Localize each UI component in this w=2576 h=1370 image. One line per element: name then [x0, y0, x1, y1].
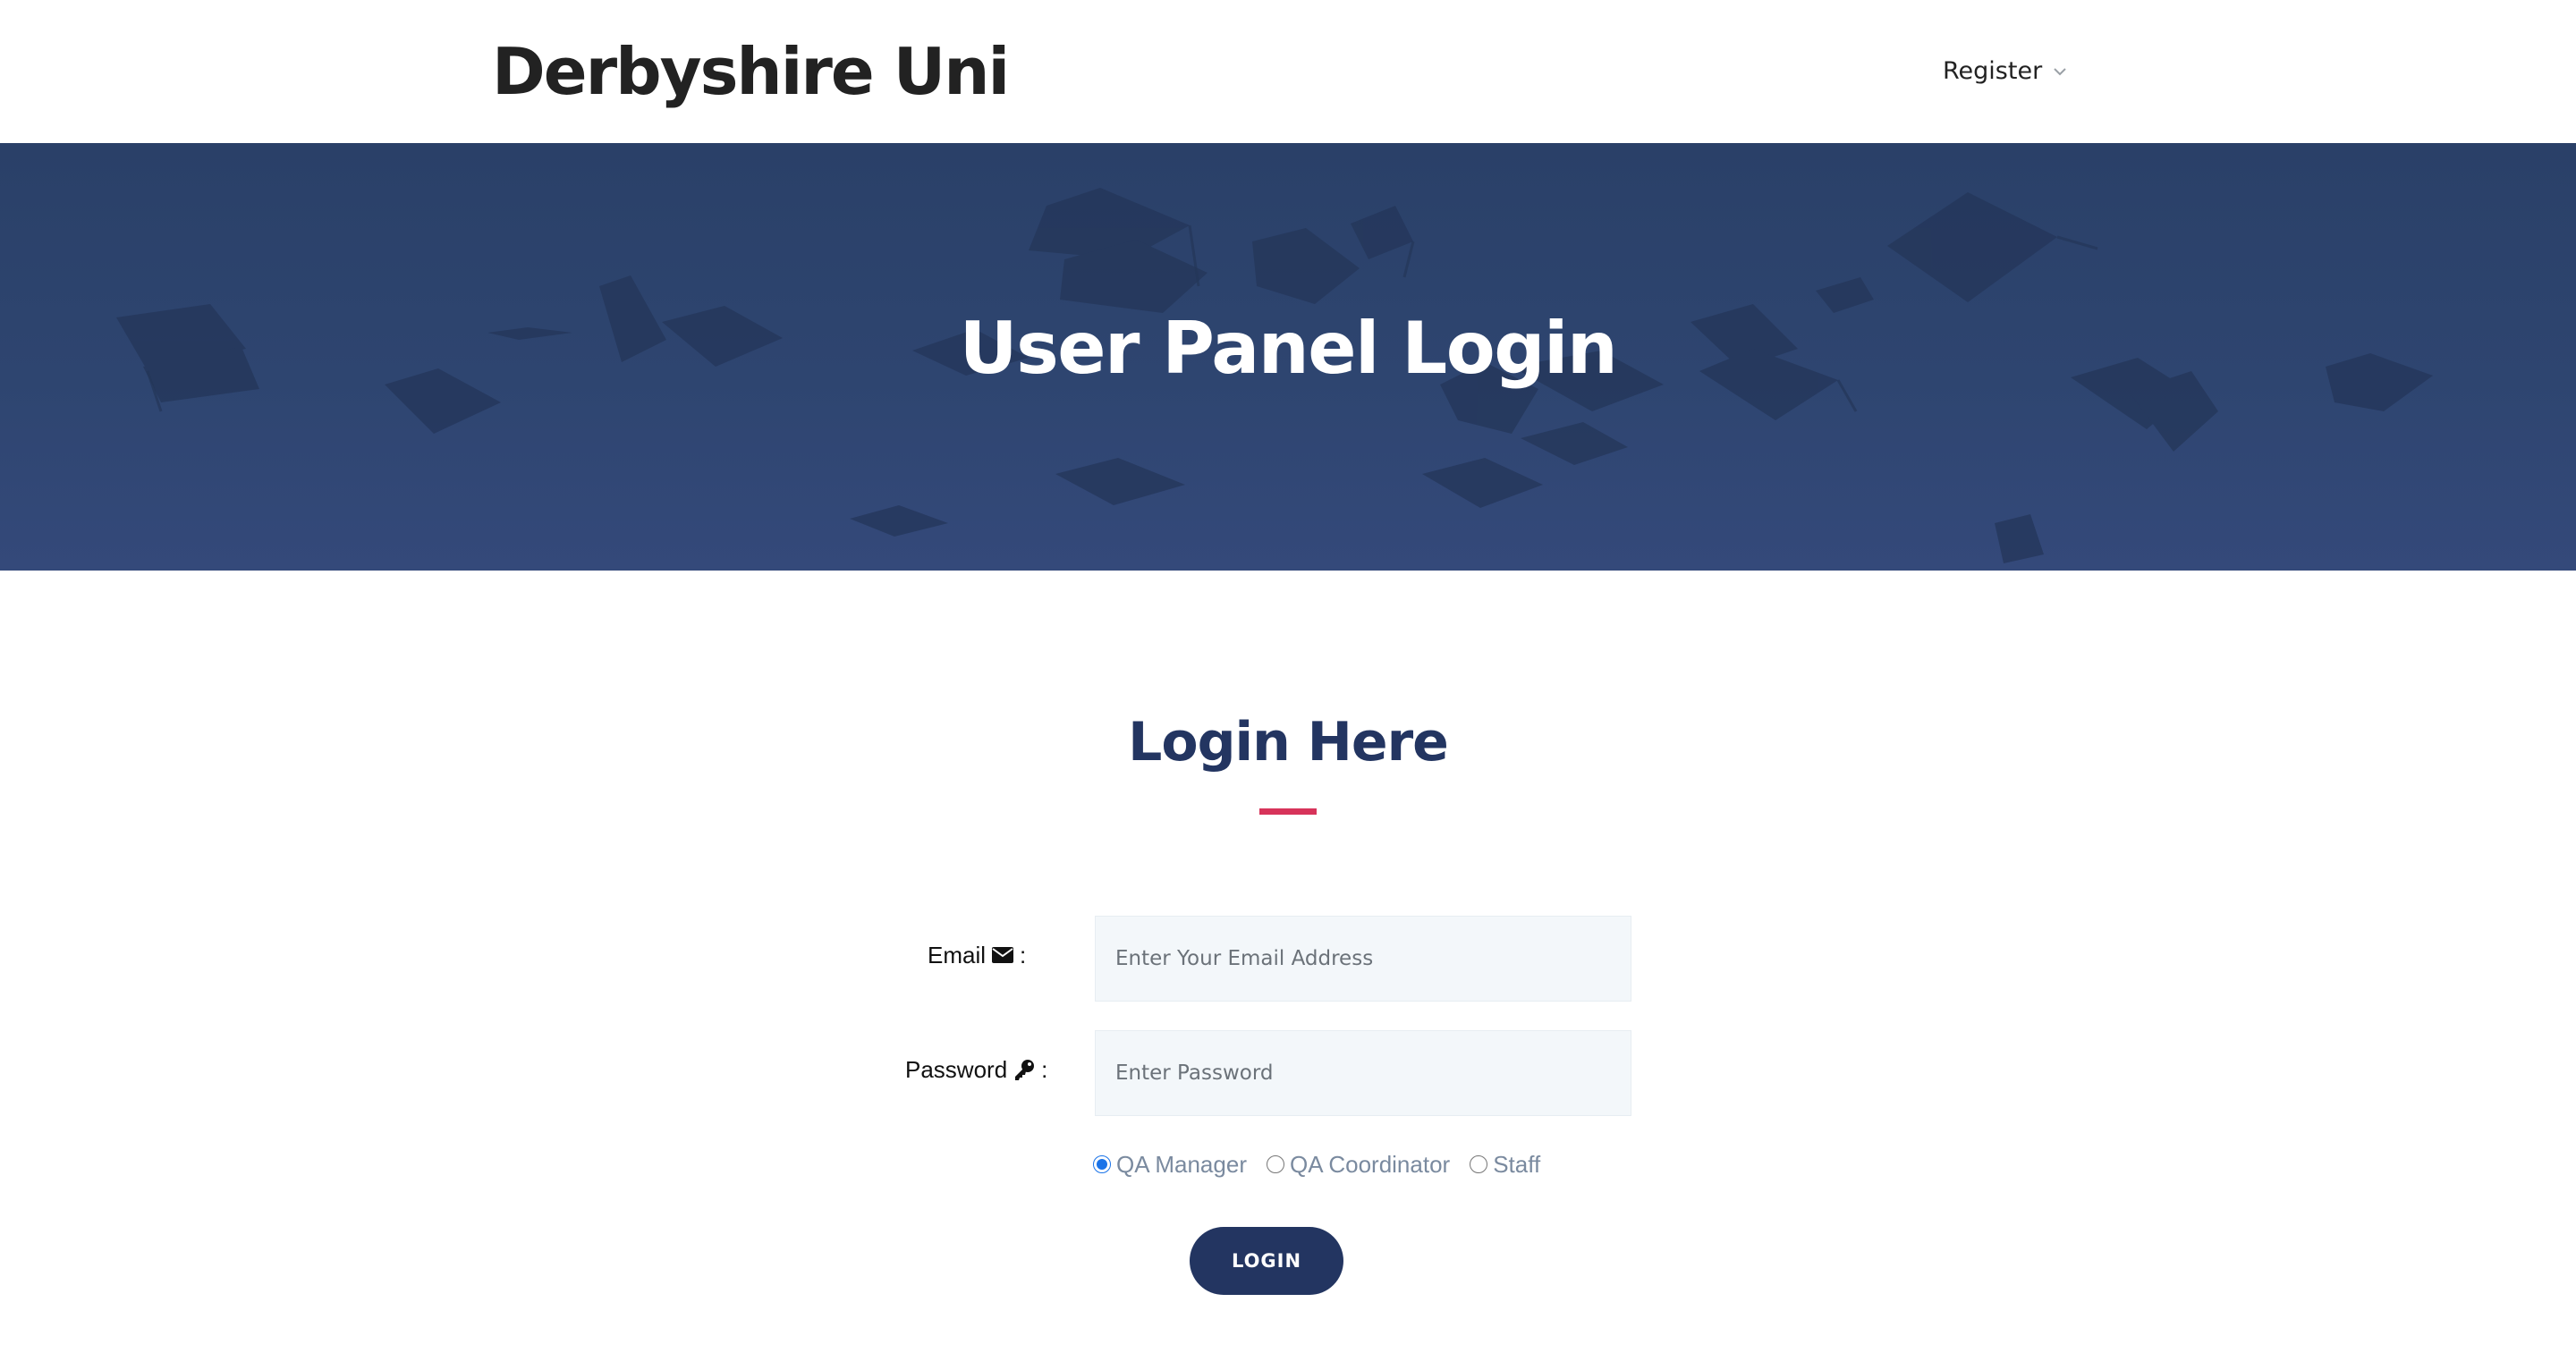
site-logo-text[interactable]: Derbyshire Uni [492, 30, 1010, 113]
register-label[interactable]: Register [1943, 54, 2042, 89]
email-label-text: Email [928, 942, 987, 968]
site-header: Derbyshire Uni Register [0, 0, 2576, 143]
password-label-colon: : [1041, 1056, 1048, 1083]
role-radio-group: QA Manager QA Coordinator Staff [1093, 1146, 1560, 1182]
email-input[interactable] [1095, 916, 1631, 1002]
email-label: Email : [928, 937, 1026, 973]
hero-banner: User Panel Login [0, 143, 2576, 571]
chevron-down-icon[interactable] [2051, 63, 2069, 80]
role-radio-qa-coordinator[interactable] [1266, 1155, 1284, 1173]
password-label: Password : [905, 1052, 1047, 1087]
role-radio-staff[interactable] [1470, 1155, 1488, 1173]
role-label-qa-manager[interactable]: QA Manager [1116, 1151, 1247, 1179]
role-label-qa-coordinator[interactable]: QA Coordinator [1290, 1151, 1450, 1179]
role-option-qa-coordinator[interactable]: QA Coordinator [1266, 1151, 1450, 1179]
role-option-staff[interactable]: Staff [1470, 1151, 1540, 1179]
password-input[interactable] [1095, 1030, 1631, 1116]
role-option-qa-manager[interactable]: QA Manager [1093, 1151, 1247, 1179]
envelope-icon [991, 945, 1014, 965]
password-label-text: Password [905, 1056, 1008, 1083]
login-button[interactable]: LOGIN [1190, 1227, 1343, 1295]
hero-title: User Panel Login [959, 307, 1618, 390]
title-underline-divider [1259, 808, 1317, 815]
register-menu[interactable]: Register [1943, 54, 2069, 89]
login-section-title: Login Here [1128, 711, 1449, 774]
email-label-colon: : [1020, 942, 1027, 968]
role-radio-qa-manager[interactable] [1093, 1155, 1111, 1173]
key-icon [1013, 1058, 1036, 1081]
role-label-staff[interactable]: Staff [1493, 1151, 1540, 1179]
